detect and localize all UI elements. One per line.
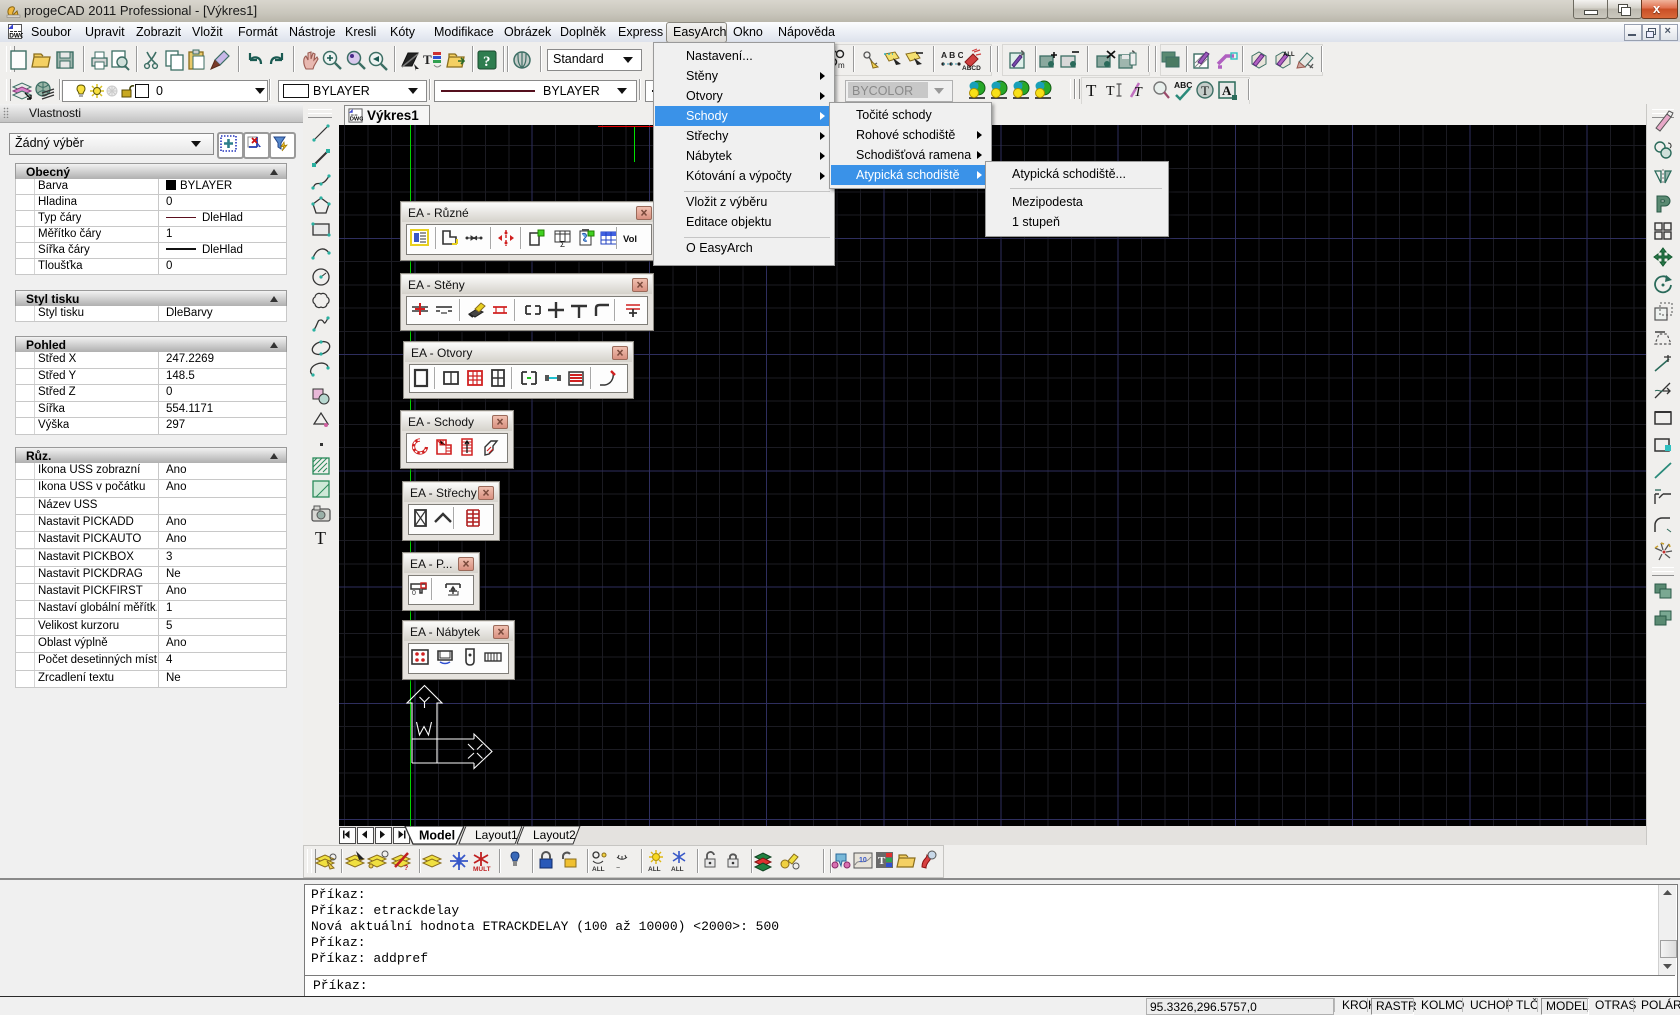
svg-text:ALL: ALL — [671, 866, 684, 873]
svg-text:T: T — [1106, 84, 1115, 99]
svg-text:T: T — [1201, 83, 1209, 98]
svg-text:Layout1: Layout1 — [475, 828, 518, 842]
svg-text:Σ: Σ — [560, 240, 565, 248]
svg-text:Vol: Vol — [623, 234, 637, 245]
svg-text:10: 10 — [859, 857, 867, 864]
svg-text:⌣: ⌣ — [616, 864, 620, 871]
svg-text:Model: Model — [419, 829, 455, 843]
svg-text:0: 0 — [412, 590, 416, 597]
svg-text:T: T — [878, 855, 886, 867]
svg-text:m: m — [838, 61, 845, 70]
svg-text:T: T — [1134, 85, 1143, 100]
svg-text:MULT: MULT — [473, 866, 491, 873]
svg-text:?: ? — [404, 865, 408, 872]
svg-text:T: T — [315, 528, 326, 548]
svg-text:T: T — [423, 52, 432, 67]
svg-text:A: A — [1222, 83, 1232, 98]
svg-text:?: ? — [483, 54, 491, 70]
svg-text:Layout2: Layout2 — [533, 828, 576, 842]
svg-text:ALL: ALL — [648, 866, 661, 873]
svg-text:ABCD: ABCD — [962, 65, 981, 72]
svg-text:T: T — [1086, 81, 1097, 100]
svg-text:DWG: DWG — [350, 117, 363, 123]
svg-text:DWG: DWG — [9, 33, 23, 40]
svg-text:ALL: ALL — [592, 866, 605, 873]
